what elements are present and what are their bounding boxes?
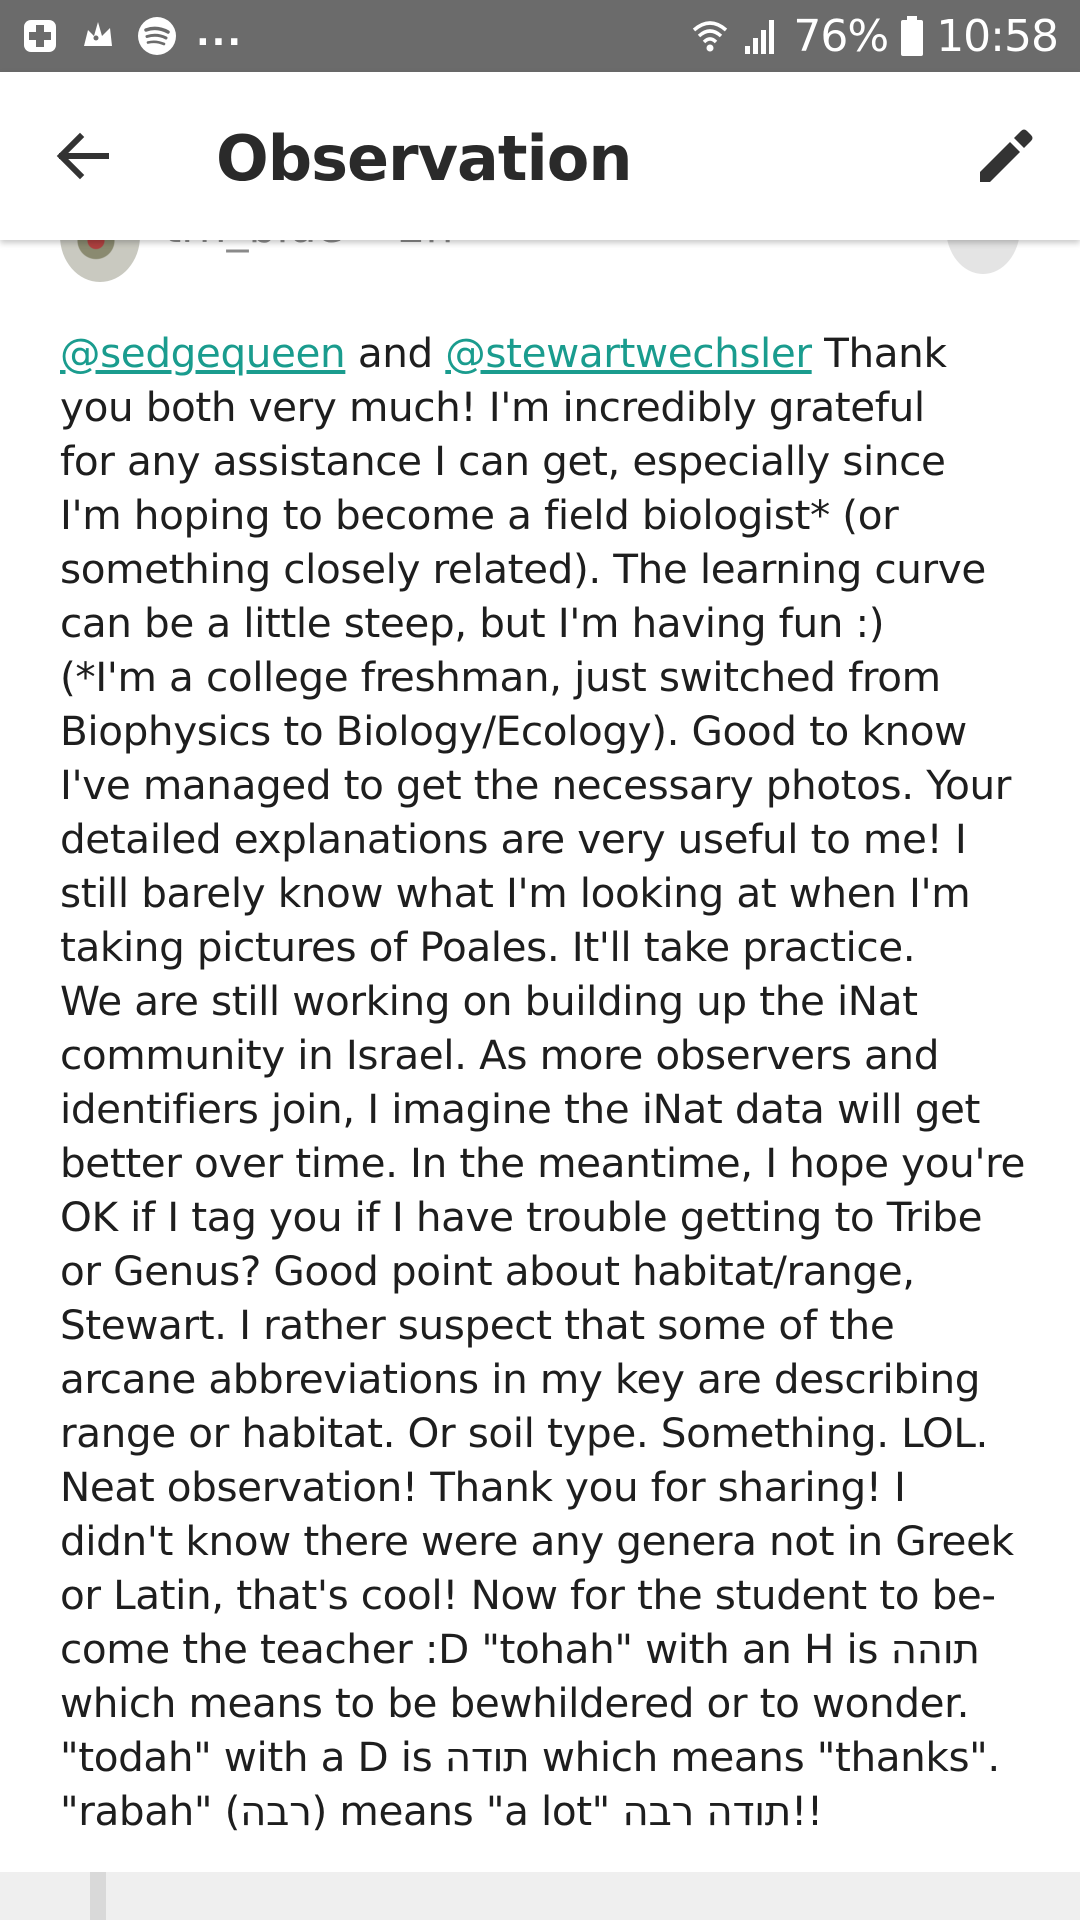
comment-line: better over time. In the meantime, I hop… bbox=[60, 1139, 1025, 1187]
battery-icon bbox=[901, 16, 924, 56]
comment-line: something closely related). The learning… bbox=[60, 545, 986, 593]
comment-line: community in Israel. As more observers a… bbox=[60, 1031, 940, 1079]
game-creature-icon bbox=[84, 22, 112, 46]
comment-line: Biophysics to Biology/Ecology). Good to … bbox=[60, 707, 967, 755]
status-bar-right: 76% 10:58 bbox=[691, 10, 1059, 62]
comment-line: Stewart. I rather suspect that some of t… bbox=[60, 1301, 895, 1349]
comment-line: or Latin, that's cool! Now for the stude… bbox=[60, 1571, 996, 1619]
comment-line: you both very much! I'm incredibly grate… bbox=[60, 383, 925, 431]
app-bar: Observation bbox=[0, 72, 1080, 240]
comment-line: for any assistance I can get, especially… bbox=[60, 437, 946, 485]
back-button[interactable] bbox=[50, 124, 114, 188]
comment-text: and bbox=[345, 329, 446, 377]
signal-icon bbox=[745, 20, 775, 54]
edit-button[interactable] bbox=[974, 122, 1040, 188]
comment-line: Neat observation! Thank you for sharing!… bbox=[60, 1463, 906, 1511]
comment-line: arcane abbreviations in my key are descr… bbox=[60, 1355, 981, 1403]
clock: 10:58 bbox=[936, 10, 1059, 62]
comment-line: We are still working on building up the … bbox=[60, 977, 918, 1025]
back-arrow-icon bbox=[56, 132, 109, 180]
comment-line: I've managed to get the necessary photos… bbox=[60, 761, 1012, 809]
battery-percentage: 76% bbox=[793, 10, 889, 62]
medical-cross-icon bbox=[24, 20, 56, 52]
comment-line: detailed explanations are very useful to… bbox=[60, 815, 967, 863]
wifi-icon bbox=[693, 21, 728, 52]
comment-line: identifiers join, I imagine the iNat dat… bbox=[60, 1085, 981, 1133]
comment-line: (*I'm a college freshman, just switched … bbox=[60, 653, 941, 701]
comment-text: Thank bbox=[811, 329, 947, 377]
comment-line: or Genus? Good point about habitat/range… bbox=[60, 1247, 915, 1295]
thread-indicator bbox=[90, 1872, 106, 1920]
mention-link[interactable]: @sedgequeen bbox=[60, 329, 346, 377]
comment-body: @sedgequeen and @stewartwechsler Thank y… bbox=[60, 326, 1036, 1838]
next-item-strip bbox=[0, 1872, 1080, 1920]
comment-line: range or habitat. Or soil type. Somethin… bbox=[60, 1409, 989, 1457]
comment-line: OK if I tag you if I have trouble gettin… bbox=[60, 1193, 983, 1241]
comment-line: didn't know there were any genera not in… bbox=[60, 1517, 1014, 1565]
status-bar: ... 76% 10:58 bbox=[0, 0, 1080, 72]
page-title: Observation bbox=[216, 122, 632, 195]
comment-line: @sedgequeen and @stewartwechsler Thank bbox=[60, 326, 1036, 380]
comment-line: I'm hoping to become a field biologist* … bbox=[60, 491, 899, 539]
mention-link[interactable]: @stewartwechsler bbox=[445, 329, 812, 377]
comment-line: come the teacher :D "tohah" with an H is… bbox=[60, 1625, 980, 1673]
spotify-icon bbox=[138, 17, 176, 55]
comment-line: "todah" with a D is תודה which means "th… bbox=[60, 1733, 1000, 1781]
comment-line: which means to be bewhildered or to wond… bbox=[60, 1679, 970, 1727]
comment-line: taking pictures of Poales. It'll take pr… bbox=[60, 923, 916, 971]
comment-line: can be a little steep, but I'm having fu… bbox=[60, 599, 885, 647]
more-notifications-indicator: ... bbox=[196, 12, 244, 54]
comment-line: still barely know what I'm looking at wh… bbox=[60, 869, 971, 917]
comment-line: "rabah" (רבה) means "a lot" תודה רבה!! bbox=[60, 1787, 823, 1835]
status-bar-left: ... bbox=[20, 12, 244, 58]
edit-pencil-icon bbox=[980, 129, 1033, 182]
